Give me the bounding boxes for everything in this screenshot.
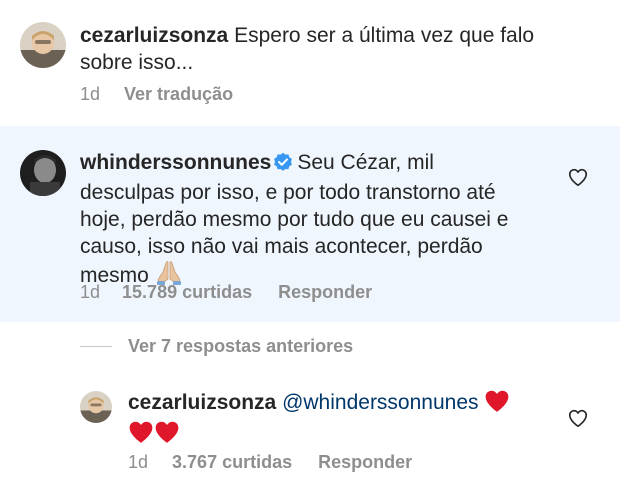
comment-body: causo, isso não vai mais acontecer, perd… <box>80 235 483 258</box>
timestamp: 1d <box>80 84 101 104</box>
red-heart-icon <box>484 389 510 420</box>
divider <box>80 346 112 347</box>
comment-text: whinderssonnunes Seu Cézar, mil desculpas… <box>80 149 570 293</box>
username[interactable]: cezarluizsonza <box>80 24 228 47</box>
timestamp: 1d <box>80 282 101 302</box>
comment-body: Espero ser a última vez que falo <box>234 24 535 47</box>
view-replies-label: Ver 7 respostas anteriores <box>128 336 354 356</box>
verified-badge-icon <box>273 152 293 179</box>
comment-meta: 1d 3.767 curtidas Responder <box>128 452 438 473</box>
comment-body: Seu Cézar, mil <box>297 151 434 174</box>
comment-text: cezarluizsonza Espero ser a última vez q… <box>80 22 580 76</box>
red-heart-icon <box>128 420 154 451</box>
username[interactable]: whinderssonnunes <box>80 151 271 174</box>
likes-count[interactable]: 15.789 curtidas <box>122 282 252 303</box>
translate-link[interactable]: Ver tradução <box>124 84 233 105</box>
likes-count[interactable]: 3.767 curtidas <box>172 452 292 473</box>
avatar[interactable] <box>20 22 66 68</box>
reply-button[interactable]: Responder <box>278 282 372 303</box>
like-heart-icon[interactable] <box>567 407 589 429</box>
avatar[interactable] <box>80 391 112 423</box>
comments-page: cezarluizsonza Espero ser a última vez q… <box>0 0 620 495</box>
comment-body: desculpas por isso, e por todo transtorn… <box>80 181 496 204</box>
comment-body: sobre isso... <box>80 51 194 74</box>
timestamp: 1d <box>128 452 149 472</box>
username[interactable]: cezarluizsonza <box>128 391 276 414</box>
red-heart-icon <box>154 420 180 451</box>
mention-link[interactable]: @whinderssonnunes <box>282 391 478 414</box>
avatar[interactable] <box>20 150 66 196</box>
comment-text: cezarluizsonza @whinderssonnunes <box>128 389 548 451</box>
reply-button[interactable]: Responder <box>318 452 412 473</box>
view-replies-button[interactable]: Ver 7 respostas anteriores <box>80 336 353 357</box>
comment-meta: 1d Ver tradução <box>80 84 259 105</box>
comment-body: hoje, perdão mesmo por tudo que eu cause… <box>80 208 509 231</box>
comment-meta: 1d 15.789 curtidas Responder <box>80 282 398 303</box>
like-heart-icon[interactable] <box>567 166 589 188</box>
